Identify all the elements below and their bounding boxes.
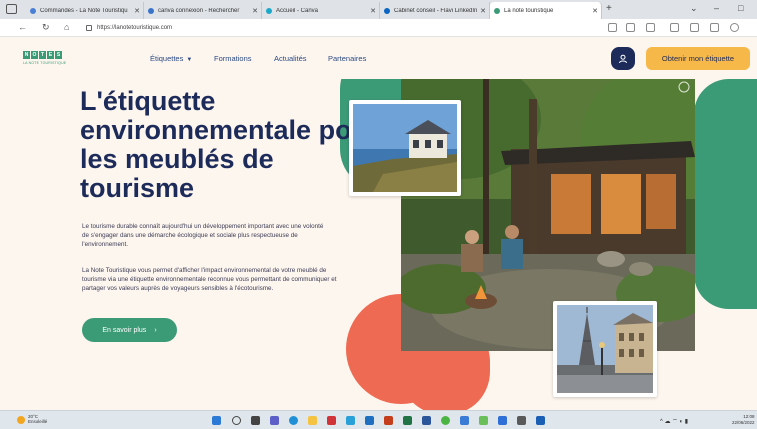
edge-icon[interactable] xyxy=(289,416,298,425)
new-tab-icon[interactable]: + xyxy=(606,3,612,14)
chevron-right-icon: › xyxy=(154,326,157,334)
logo-letter: N xyxy=(23,51,30,59)
browser-tab-la-note[interactable]: La note touristique ✕ xyxy=(490,2,602,19)
tab-close-icon[interactable]: ✕ xyxy=(592,7,598,15)
tab-close-icon[interactable]: ✕ xyxy=(252,7,258,15)
tab-favicon-icon xyxy=(384,7,390,14)
site-logo[interactable]: N O T E S LA NOTE TOURISTIQUE xyxy=(23,51,66,65)
nav-partenaires[interactable]: Partenaires xyxy=(328,54,366,63)
favorites-icon[interactable] xyxy=(670,23,679,32)
search-icon[interactable] xyxy=(232,416,241,425)
app-icon[interactable] xyxy=(479,416,488,425)
weather-widget[interactable]: 20°C Ensoleillé xyxy=(28,414,47,424)
start-icon[interactable] xyxy=(212,416,221,425)
outlook-icon[interactable] xyxy=(365,416,374,425)
chevron-down-icon[interactable]: ⌄ xyxy=(690,3,698,14)
hero-photo-paris xyxy=(553,301,657,397)
hero-section: L'étiquette environnementale pour les me… xyxy=(0,79,757,410)
home-icon[interactable]: ⌂ xyxy=(64,22,69,32)
logo-letter: E xyxy=(47,51,54,59)
logo-letter: S xyxy=(55,51,62,59)
app-icon[interactable] xyxy=(536,416,545,425)
tab-favicon-icon xyxy=(30,7,36,14)
nav-actualites[interactable]: Actualités xyxy=(274,54,307,63)
browser-tab-canva-search[interactable]: canva connexion - Rechercher ✕ xyxy=(144,2,262,19)
tab-actions-icon[interactable] xyxy=(6,4,17,14)
hero-paragraph-2: La Note Touristique vous permet d'affich… xyxy=(82,267,337,293)
user-icon xyxy=(619,54,627,63)
lock-icon xyxy=(86,25,92,31)
heart-icon[interactable] xyxy=(710,23,719,32)
refresh-icon[interactable]: ↻ xyxy=(42,22,50,33)
hero-photo-coast xyxy=(349,100,461,196)
browser-tab-linkedin[interactable]: Cabinet conseil - Flavi LinkedIn ✕ xyxy=(380,2,490,19)
settings-icon[interactable] xyxy=(517,416,526,425)
account-button[interactable] xyxy=(611,47,635,70)
collections-icon[interactable] xyxy=(690,23,699,32)
logo-letter: T xyxy=(39,51,46,59)
site-header: N O T E S LA NOTE TOURISTIQUE Étiquettes… xyxy=(0,37,757,79)
get-label-button[interactable]: Obtenir mon étiquette xyxy=(646,47,750,70)
task-view-icon[interactable] xyxy=(251,416,260,425)
minimize-icon[interactable]: – xyxy=(714,3,719,13)
windows-taskbar: 20°C Ensoleillé ^ ☁ ⌔ ◐ ▮ 12:08 22/06/20… xyxy=(0,410,757,429)
logo-caption: LA NOTE TOURISTIQUE xyxy=(23,61,67,65)
tab-favicon-icon xyxy=(148,7,154,14)
tab-close-icon[interactable]: ✕ xyxy=(480,7,486,15)
back-icon[interactable]: ← xyxy=(18,22,27,32)
store-icon[interactable] xyxy=(346,416,355,425)
url-field[interactable]: https://lanotetouristique.com xyxy=(86,22,606,34)
office-icon[interactable] xyxy=(327,416,336,425)
excel-icon[interactable] xyxy=(403,416,412,425)
logo-letter: O xyxy=(31,51,38,59)
tab-favicon-icon xyxy=(266,7,272,14)
mail-icon[interactable] xyxy=(460,416,469,425)
browser-tab-bar: Commandes - La Note Touristiqu ✕ canva c… xyxy=(0,0,757,19)
tab-close-icon[interactable]: ✕ xyxy=(370,7,376,15)
chat-icon[interactable] xyxy=(270,416,279,425)
system-tray[interactable]: ^ ☁ ⌔ ◐ ▮ xyxy=(660,417,688,425)
zoom-icon[interactable] xyxy=(646,23,655,32)
learn-more-button[interactable]: En savoir plus › xyxy=(82,318,177,342)
nav-formations[interactable]: Formations xyxy=(214,54,252,63)
sun-icon[interactable] xyxy=(17,416,25,424)
clock[interactable]: 12:08 22/06/2022 xyxy=(732,414,755,425)
site-controls-icon[interactable] xyxy=(608,23,617,32)
browser-tab-canva-home[interactable]: Accueil - Canva ✕ xyxy=(262,2,380,19)
decorative-blob xyxy=(694,79,757,309)
read-aloud-icon[interactable] xyxy=(626,23,635,32)
teams-icon[interactable] xyxy=(498,416,507,425)
profile-icon[interactable] xyxy=(730,23,739,32)
file-explorer-icon[interactable] xyxy=(308,416,317,425)
hero-paragraph-1: Le tourisme durable connaît aujourd'hui … xyxy=(82,223,324,249)
powerpoint-icon[interactable] xyxy=(384,416,393,425)
tab-favicon-icon xyxy=(494,7,500,14)
spotify-icon[interactable] xyxy=(441,416,450,425)
hero-title: L'étiquette environnementale pour les me… xyxy=(80,86,379,203)
nav-etiquettes[interactable]: Étiquettes ▼ xyxy=(150,54,192,63)
chevron-down-icon: ▼ xyxy=(186,57,193,63)
word-icon[interactable] xyxy=(422,416,431,425)
address-bar: ← ↻ ⌂ https://lanotetouristique.com xyxy=(0,19,757,37)
tab-close-icon[interactable]: ✕ xyxy=(134,7,140,15)
browser-tab-commandes[interactable]: Commandes - La Note Touristiqu ✕ xyxy=(26,2,144,19)
maximize-icon[interactable]: □ xyxy=(738,3,743,13)
